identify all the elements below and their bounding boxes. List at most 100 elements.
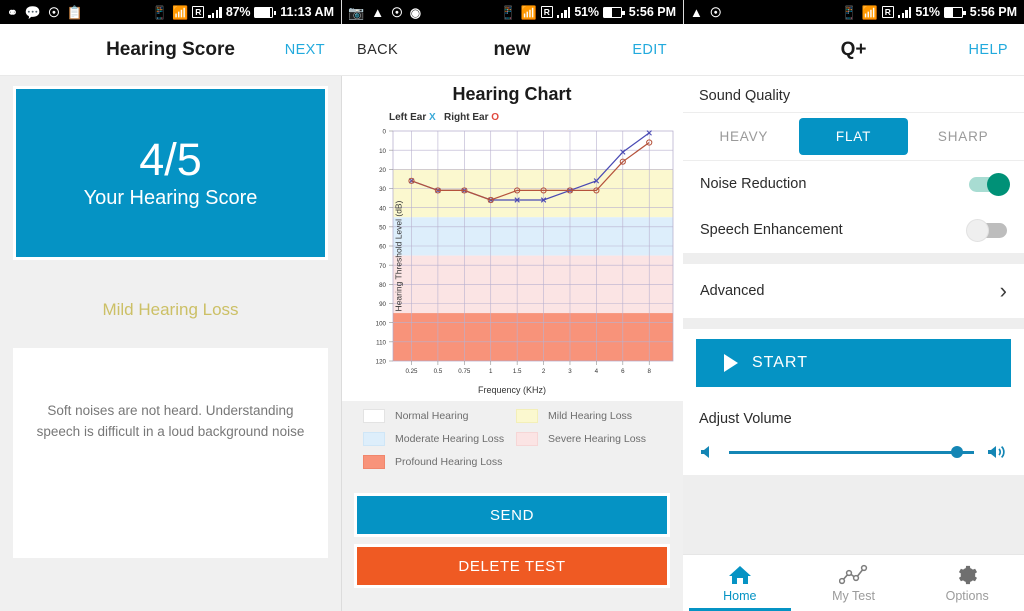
update-icon: ☉ (391, 4, 403, 20)
svg-text:0: 0 (383, 129, 387, 136)
svg-text:0.25: 0.25 (405, 368, 418, 375)
nav-item-options[interactable]: Options (910, 555, 1024, 611)
band-legend: Normal Hearing Mild Hearing Loss Moderat… (341, 401, 683, 484)
svg-text:40: 40 (379, 205, 386, 212)
battery-percent-2: 51% (574, 5, 599, 19)
svg-text:120: 120 (376, 359, 387, 366)
sound-settings-body: Sound Quality HEAVY FLAT SHARP Noise Red… (683, 76, 1024, 611)
speech-enhancement-label: Speech Enhancement (700, 222, 843, 238)
nav-item-home[interactable]: Home (683, 555, 797, 611)
advanced-label: Advanced (700, 283, 765, 299)
chart-card: Hearing Chart Left Ear X Right Ear O Hea… (341, 76, 683, 401)
right-ear-marker: O (491, 112, 500, 123)
row-advanced[interactable]: Advanced › (683, 264, 1024, 318)
noise-reduction-label: Noise Reduction (700, 176, 807, 192)
roaming-icon: R (540, 6, 553, 18)
hearing-score-body: 4/5 Your Hearing Score Mild Hearing Loss… (0, 76, 341, 611)
pane-sound-settings: ▲ ☉ 📱 📶 R 51% 5:56 PM Q+ HELP Sound Qual… (683, 0, 1024, 611)
nav-item-my-test[interactable]: My Test (797, 555, 911, 611)
right-ear-label: Right Ear (444, 112, 489, 123)
segment-sharp[interactable]: SHARP (908, 118, 1018, 155)
clipboard-check-icon: 📋 (66, 4, 83, 20)
photo-icon: 📷 (348, 4, 365, 20)
ear-legend: Left Ear X Right Ear O (389, 112, 683, 123)
svg-text:10: 10 (379, 148, 386, 155)
adjust-volume-label: Adjust Volume (699, 411, 792, 427)
svg-text:30: 30 (379, 186, 386, 193)
nav-label-home: Home (723, 588, 757, 603)
back-button[interactable]: BACK (341, 42, 414, 58)
svg-text:80: 80 (379, 282, 386, 289)
battery-percent-1: 87% (225, 5, 251, 19)
status-bar-3: ▲ ☉ 📱 📶 R 51% 5:56 PM (683, 0, 1024, 24)
legend-item: Moderate Hearing Loss (363, 432, 516, 446)
help-button[interactable]: HELP (953, 42, 1024, 58)
left-ear-marker: X (429, 112, 436, 123)
svg-text:70: 70 (379, 263, 386, 270)
app-bar-2: BACK new EDIT (341, 24, 683, 76)
start-button[interactable]: START (696, 339, 1011, 387)
pane-hearing-score: ⚭ 💬 ☉ 📋 📱 📶 R 87% 11:13 AM Hearing Score… (0, 0, 341, 611)
segment-flat[interactable]: FLAT (798, 118, 909, 155)
clock-3: 5:56 PM (969, 5, 1017, 19)
description-text: Soft noises are not heard. Understanding… (36, 403, 305, 439)
vibrate-icon: 📱 (500, 4, 517, 20)
section-gap (683, 318, 1024, 329)
svg-text:50: 50 (379, 224, 386, 231)
gear-icon (959, 565, 978, 584)
start-label: START (752, 354, 808, 371)
wifi-icon: 📶 (520, 4, 537, 20)
wifi-icon: 📶 (861, 4, 878, 20)
svg-text:1.5: 1.5 (513, 368, 522, 375)
sound-quality-title: Sound Quality (683, 76, 1024, 112)
sound-quality-segmented-control: HEAVY FLAT SHARP (683, 112, 1024, 161)
audiogram-svg: 0 10 20 30 40 50 60 70 80 90 100 110 120 0.25 0.5 0.75 1… (376, 129, 674, 375)
svg-text:100: 100 (376, 320, 387, 327)
legend-label: Mild Hearing Loss (548, 410, 633, 422)
row-noise-reduction[interactable]: Noise Reduction (683, 161, 1024, 207)
svg-text:110: 110 (376, 339, 386, 346)
roaming-icon: R (881, 6, 894, 18)
legend-label: Normal Hearing (395, 410, 469, 422)
legend-swatch (363, 432, 385, 446)
drive-icon: ▲ (690, 4, 703, 20)
three-phone-screenshot-composite: ⚭ 💬 ☉ 📋 📱 📶 R 87% 11:13 AM Hearing Score… (0, 0, 1024, 611)
score-card: 4/5 Your Hearing Score (13, 86, 328, 260)
vibrate-icon: 📱 (841, 4, 858, 20)
segment-heavy[interactable]: HEAVY (689, 118, 799, 155)
chat-icon: 💬 (24, 4, 42, 20)
audiogram-plot: Hearing Threshold Level (dB) 0 10 20 30 40 50… (341, 123, 683, 389)
legend-swatch (516, 432, 538, 446)
score-caption: Your Hearing Score (83, 187, 258, 210)
app-bar-1: Hearing Score NEXT (0, 24, 341, 76)
next-button[interactable]: NEXT (269, 42, 341, 58)
status-bar-2: 📷 ▲ ☉ ◉ 📱 📶 R 51% 5:56 PM (341, 0, 683, 24)
nav-label-my-test: My Test (832, 588, 875, 603)
volume-slider-thumb[interactable] (950, 446, 963, 458)
legend-item: Mild Hearing Loss (516, 409, 669, 423)
section-gap (683, 253, 1024, 264)
send-button[interactable]: SEND (354, 493, 670, 537)
volume-section: Adjust Volume (683, 399, 1024, 475)
speech-enhancement-toggle[interactable] (966, 218, 1007, 242)
legend-label: Severe Hearing Loss (548, 433, 647, 445)
delete-test-button[interactable]: DELETE TEST (354, 544, 670, 588)
signal-icon (208, 6, 222, 18)
svg-text:8: 8 (647, 368, 651, 375)
svg-text:3: 3 (568, 368, 572, 375)
row-speech-enhancement[interactable]: Speech Enhancement (683, 207, 1024, 253)
update-icon: ☉ (48, 4, 60, 20)
battery-icon-2 (602, 6, 625, 18)
roaming-icon: R (192, 6, 205, 18)
status-bar-1: ⚭ 💬 ☉ 📋 📱 📶 R 87% 11:13 AM (0, 0, 341, 24)
svg-text:20: 20 (379, 167, 386, 174)
svg-text:1: 1 (489, 368, 493, 375)
svg-text:60: 60 (379, 244, 386, 251)
volume-slider[interactable] (729, 446, 974, 458)
edit-button[interactable]: EDIT (616, 42, 683, 58)
start-section: START (683, 329, 1024, 399)
noise-reduction-toggle[interactable] (969, 172, 1010, 196)
legend-swatch (363, 455, 385, 469)
battery-percent-3: 51% (915, 5, 940, 19)
volume-low-icon (699, 443, 717, 461)
